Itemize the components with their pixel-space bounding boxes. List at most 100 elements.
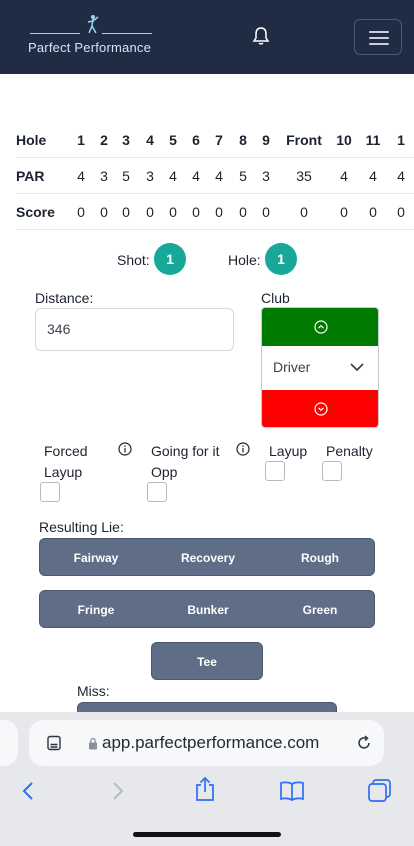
forced-layup-label-line1: Forced	[44, 443, 88, 459]
layup-label: Layup	[269, 443, 308, 459]
info-icon[interactable]	[118, 442, 132, 456]
lie-recovery-button[interactable]: Recovery	[152, 539, 264, 577]
score-front-total: 0	[300, 204, 308, 220]
club-up-button[interactable]	[262, 308, 378, 346]
going-for-it-label-line1: Going for it	[151, 443, 220, 459]
score-cell: 0	[192, 204, 200, 220]
score-cell: 0	[146, 204, 154, 220]
penalty-checkbox[interactable]	[322, 461, 342, 481]
hole-header: 4	[146, 132, 154, 148]
lie-tee-button[interactable]: Tee	[151, 642, 263, 680]
lie-options-row-1: Fairway Recovery Rough	[39, 538, 375, 576]
tabs-icon[interactable]	[367, 778, 393, 804]
address-bar[interactable]: app.parfectperformance.com	[29, 720, 384, 766]
par-cell: 4	[215, 168, 223, 184]
url-text: app.parfectperformance.com	[102, 733, 320, 752]
par-cell: 5	[239, 168, 247, 184]
shot-label: Shot:	[117, 252, 150, 268]
reader-mode-icon[interactable]	[46, 735, 62, 751]
bookmarks-icon[interactable]	[279, 780, 305, 802]
score-cell: 0	[397, 204, 405, 220]
distance-input[interactable]: 346	[35, 308, 234, 351]
hole-label: Hole:	[228, 252, 261, 268]
chevron-down-circle-icon	[314, 402, 328, 416]
lie-green-button[interactable]: Green	[264, 591, 376, 629]
logo-line-left	[30, 33, 80, 34]
par-cell: 3	[146, 168, 154, 184]
logo-line-right	[102, 33, 152, 34]
going-for-it-label-line2: Opp	[151, 464, 178, 480]
home-indicator[interactable]	[133, 832, 281, 837]
hole-header: 8	[239, 132, 247, 148]
browser-toolbar: app.parfectperformance.com	[0, 712, 414, 846]
par-label: PAR	[16, 168, 45, 184]
lie-fairway-button[interactable]: Fairway	[40, 539, 152, 577]
golfer-icon	[87, 15, 99, 34]
hamburger-line	[369, 43, 389, 45]
forced-layup-label: Forced Layup	[44, 441, 88, 483]
par-cell: 4	[169, 168, 177, 184]
hole-header: 7	[215, 132, 223, 148]
lock-icon	[89, 738, 97, 750]
score-row: Score 0 0 0 0 0 0 0 0 0 0 0 0 0	[16, 194, 414, 230]
score-cell: 0	[239, 204, 247, 220]
par-cell: 4	[192, 168, 200, 184]
hole-badge: 1	[265, 243, 297, 275]
score-label: Score	[16, 204, 55, 220]
lie-bunker-button[interactable]: Bunker	[152, 591, 264, 629]
resulting-lie-label: Resulting Lie:	[39, 519, 124, 535]
hole-header: 1	[397, 132, 405, 148]
scorecard-table: Hole 1 2 3 4 5 6 7 8 9 Front 10 11 1 PAR…	[16, 122, 414, 230]
par-cell: 5	[122, 168, 130, 184]
par-front-total: 35	[296, 168, 312, 184]
shot-badge: 1	[154, 243, 186, 275]
club-value: Driver	[273, 359, 311, 375]
score-cell: 0	[369, 204, 377, 220]
hole-header: 5	[169, 132, 177, 148]
club-dropdown[interactable]: Driver	[262, 346, 378, 390]
hole-header: 11	[365, 132, 381, 148]
forward-icon[interactable]	[110, 780, 126, 802]
club-down-button[interactable]	[262, 390, 378, 427]
reload-icon[interactable]	[355, 734, 373, 752]
lie-rough-button[interactable]: Rough	[264, 539, 376, 577]
par-cell: 4	[397, 168, 405, 184]
hamburger-menu-icon	[369, 31, 389, 33]
score-cell: 0	[122, 204, 130, 220]
miss-label: Miss:	[77, 683, 110, 699]
lie-options-row-2: Fringe Bunker Green	[39, 590, 375, 628]
lie-fringe-button[interactable]: Fringe	[40, 591, 152, 629]
scorecard-header-label: Hole	[16, 132, 47, 148]
hole-header: 9	[262, 132, 270, 148]
club-label: Club	[261, 290, 290, 306]
chevron-up-circle-icon	[314, 320, 328, 334]
score-cell: 0	[169, 204, 177, 220]
penalty-label: Penalty	[326, 443, 373, 459]
hole-header: 2	[100, 132, 108, 148]
score-cell: 0	[262, 204, 270, 220]
hole-header: 1	[77, 132, 85, 148]
scorecard-header-row: Hole 1 2 3 4 5 6 7 8 9 Front 10 11 1	[16, 122, 414, 158]
back-icon[interactable]	[20, 780, 36, 802]
front-header: Front	[286, 132, 322, 148]
share-icon[interactable]	[194, 776, 216, 802]
par-cell: 3	[100, 168, 108, 184]
forced-layup-label-line2: Layup	[44, 464, 83, 480]
hamburger-line	[369, 37, 389, 39]
score-cell: 0	[215, 204, 223, 220]
info-icon[interactable]	[236, 442, 250, 456]
layup-checkbox[interactable]	[265, 461, 285, 481]
going-for-it-checkbox[interactable]	[147, 482, 167, 502]
going-for-it-label: Going for it Opp	[151, 441, 219, 483]
distance-label: Distance:	[35, 290, 94, 306]
par-cell: 4	[77, 168, 85, 184]
app-header: Parfect Performance	[0, 0, 414, 74]
par-cell: 3	[262, 168, 270, 184]
hamburger-menu-button[interactable]	[354, 19, 402, 55]
bell-icon[interactable]	[252, 26, 270, 46]
club-selector: Driver	[261, 307, 379, 428]
previous-tab-pill[interactable]	[0, 720, 18, 766]
brand-logo[interactable]: Parfect Performance	[26, 12, 156, 58]
chevron-down-icon	[350, 363, 364, 372]
forced-layup-checkbox[interactable]	[40, 482, 60, 502]
